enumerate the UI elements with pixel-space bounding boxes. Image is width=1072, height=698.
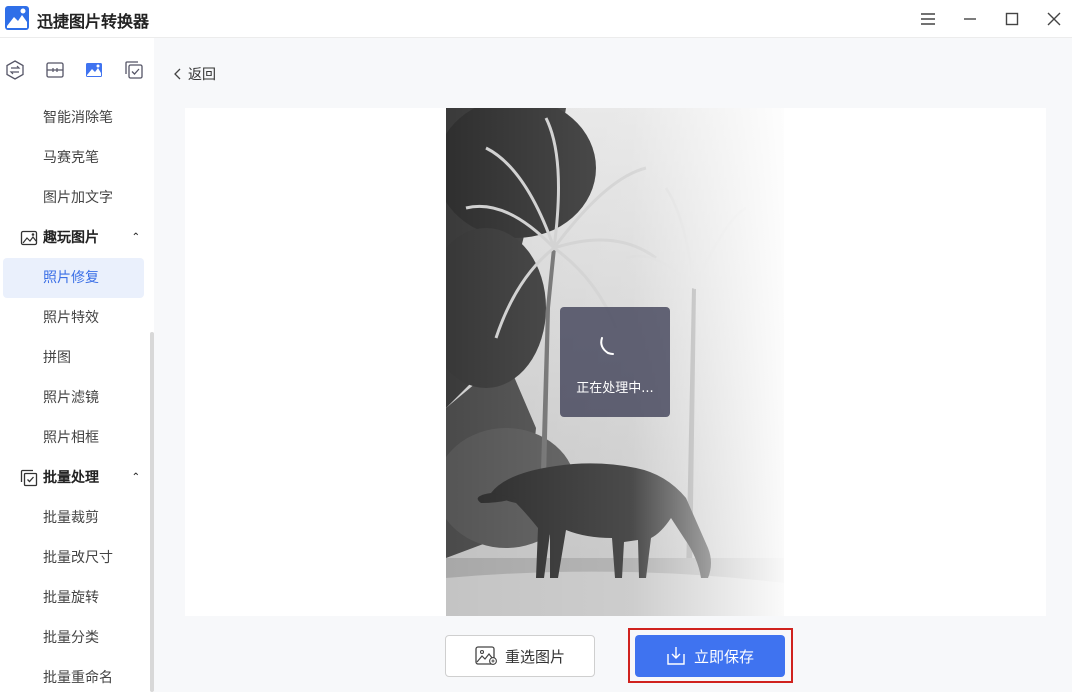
spinner-icon: [600, 337, 614, 355]
group-header-batch[interactable]: 批量处理 ⌃: [3, 458, 144, 498]
sidebar-item-batch-rotate[interactable]: 批量旋转: [3, 578, 144, 618]
sidebar-item-mosaic[interactable]: 马赛克笔: [3, 138, 144, 178]
preview-canvas: 正在处理中...: [185, 108, 1046, 616]
menu-button[interactable]: [915, 6, 941, 32]
back-label: 返回: [188, 67, 216, 83]
sidebar-item-batch-crop[interactable]: 批量裁剪: [3, 498, 144, 538]
maximize-button[interactable]: [999, 6, 1025, 32]
sidebar-item-add-text[interactable]: 图片加文字: [3, 178, 144, 218]
save-now-button[interactable]: 立即保存: [635, 635, 785, 677]
tool-icon-row: [0, 38, 154, 102]
image-edit-icon[interactable]: [84, 60, 104, 80]
compress-icon[interactable]: [45, 60, 65, 80]
fun-image-icon: [20, 230, 38, 246]
chevron-left-icon: [174, 68, 181, 80]
group-label-fun: 趣玩图片: [43, 230, 99, 246]
close-button[interactable]: [1041, 6, 1067, 32]
sidebar-item-photo-filter[interactable]: 照片滤镜: [3, 378, 144, 418]
minimize-button[interactable]: [957, 6, 983, 32]
hamburger-icon: [921, 13, 935, 25]
sidebar-item-batch-resize[interactable]: 批量改尺寸: [3, 538, 144, 578]
save-label: 立即保存: [693, 647, 754, 666]
app-logo-icon: [5, 6, 29, 30]
processing-overlay: 正在处理中...: [560, 307, 670, 417]
minimize-icon: [964, 18, 976, 20]
sidebar-item-batch-rename[interactable]: 批量重命名: [3, 658, 144, 698]
maximize-icon: [1005, 12, 1019, 26]
chevron-up-icon: ⌃: [131, 472, 140, 483]
download-icon: [667, 647, 685, 665]
reselect-label: 重选图片: [504, 647, 565, 666]
main-panel: 返回 正在处理中... 重选图片 立即保存: [154, 38, 1072, 692]
title-bar: 迅捷图片转换器: [0, 0, 1072, 38]
sidebar-item-photo-repair[interactable]: 照片修复: [3, 258, 144, 298]
back-button[interactable]: 返回: [174, 64, 216, 84]
batch-process-icon: [20, 469, 38, 487]
processing-text: 正在处理中...: [576, 381, 654, 396]
sidebar-item-photo-frame[interactable]: 照片相框: [3, 418, 144, 458]
batch-icon[interactable]: [124, 60, 144, 80]
group-header-fun[interactable]: 趣玩图片 ⌃: [3, 218, 144, 258]
reselect-image-button[interactable]: 重选图片: [445, 635, 595, 677]
sidebar-item-batch-classify[interactable]: 批量分类: [3, 618, 144, 658]
sidebar-item-collage[interactable]: 拼图: [3, 338, 144, 378]
group-label-batch: 批量处理: [43, 470, 99, 486]
sidebar: 智能消除笔 马赛克笔 图片加文字 趣玩图片 ⌃ 照片修复 照片特效 拼图 照片滤…: [0, 38, 154, 692]
convert-icon[interactable]: [5, 60, 25, 80]
app-title: 迅捷图片转换器: [37, 12, 150, 31]
sidebar-item-smart-eraser[interactable]: 智能消除笔: [3, 98, 144, 138]
sidebar-item-photo-effects[interactable]: 照片特效: [3, 298, 144, 338]
image-icon: [475, 646, 497, 665]
close-icon: [1047, 12, 1061, 26]
chevron-up-icon: ⌃: [131, 232, 140, 243]
